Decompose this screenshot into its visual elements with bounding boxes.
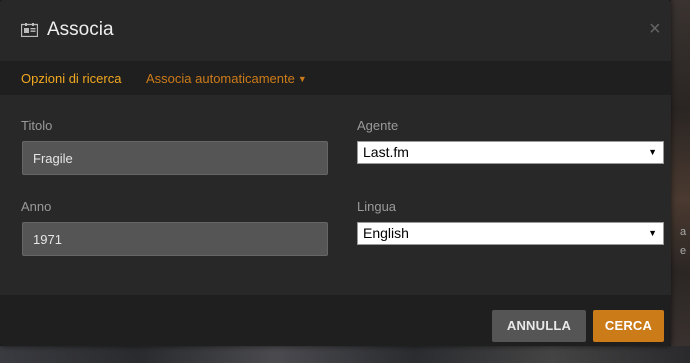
match-dialog: Associa × Opzioni di ricerca Associa aut…	[0, 0, 671, 346]
language-select[interactable]: English ▼	[357, 222, 664, 245]
tab-search-options[interactable]: Opzioni di ricerca	[21, 71, 121, 86]
id-card-icon	[20, 23, 39, 38]
agent-select[interactable]: Last.fm ▼	[357, 141, 664, 164]
language-select-value: English	[363, 225, 409, 241]
dialog-footer: ANNULLA CERCA	[0, 295, 671, 346]
title-label: Titolo	[21, 118, 53, 133]
agent-select-value: Last.fm	[363, 144, 409, 160]
dialog-body: Titolo Anno Agente Last.fm ▼ Lingua Engl…	[0, 95, 671, 295]
close-icon[interactable]: ×	[649, 18, 661, 40]
background-app	[671, 0, 690, 363]
agent-label: Agente	[357, 118, 399, 133]
dialog-title: Associa	[47, 19, 114, 40]
search-button[interactable]: CERCA	[593, 310, 664, 342]
dialog-header: Associa ×	[0, 0, 671, 61]
tab-auto-match[interactable]: Associa automaticamente ▼	[146, 71, 307, 86]
background-text: a	[680, 226, 687, 238]
language-label: Lingua	[357, 199, 397, 214]
background-app-bottom	[0, 346, 690, 363]
subnav: Opzioni di ricerca Associa automaticamen…	[0, 61, 671, 95]
year-label: Anno	[21, 199, 52, 214]
select-arrow-icon: ▼	[648, 147, 657, 157]
cancel-button[interactable]: ANNULLA	[492, 310, 586, 342]
title-field[interactable]	[22, 141, 328, 175]
year-field[interactable]	[22, 222, 328, 256]
caret-down-icon: ▼	[297, 74, 307, 84]
tab-auto-match-label: Associa automaticamente	[146, 71, 295, 86]
background-text: e	[680, 245, 687, 257]
select-arrow-icon: ▼	[648, 228, 657, 238]
